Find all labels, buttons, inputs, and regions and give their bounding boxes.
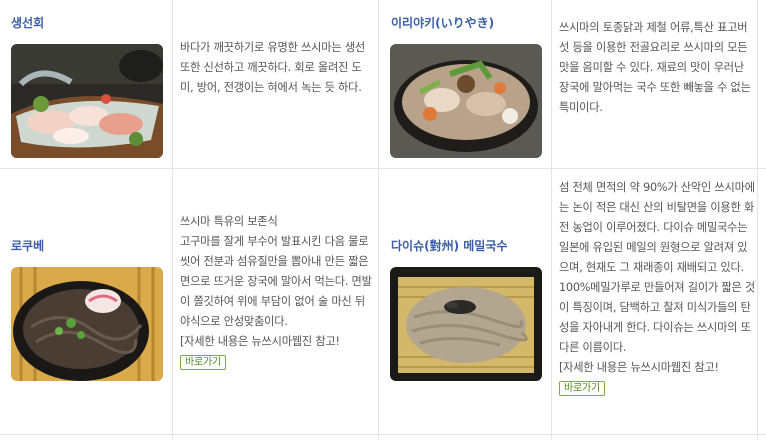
item-title-rokube: 로쿠베 (11, 239, 45, 253)
item-description-iriyaki: 쓰시마의 토종닭과 제철 어류,특산 표고버섯 등을 이용한 전골요리로 쓰시마… (559, 21, 751, 114)
rokube-photo (11, 267, 163, 381)
item-title-daishu-soba: 다이슈(對州) 메밀국수 (391, 239, 508, 253)
item-description-sashimi: 바다가 깨끗하기로 유명한 쓰시마는 생선 또한 신선하고 깨끗하다. 회로 올… (180, 41, 365, 94)
soba-body: 섬 전체 면적의 약 90%가 산악인 쓰시마에는 논이 적은 대신 산의 비탈… (559, 181, 755, 354)
column-divider (378, 0, 379, 440)
item-description-rokube: 쓰시마 특유의 보존식 고구마를 잘게 부수어 발표시킨 다음 물로 씻어 전분… (180, 212, 372, 372)
row-divider (0, 168, 766, 169)
food-table: 생선회 바다가 깨끗하기로 유명한 쓰시마는 생선 또한 신선하고 깨끗하다. … (0, 0, 766, 440)
iriyaki-photo (390, 44, 542, 158)
soba-shortcut-button[interactable]: 바로가기 (559, 381, 605, 396)
item-title-sashimi: 생선회 (11, 16, 45, 30)
item-title-iriyaki: 이리야키(いりやき) (391, 16, 495, 30)
rokube-body: 고구마를 잘게 부수어 발표시킨 다음 물로 씻어 전분과 섬유질만을 뽑아내 … (180, 235, 372, 328)
item-description-daishu-soba: 섬 전체 면적의 약 90%가 산악인 쓰시마에는 논이 적은 대신 산의 비탈… (559, 178, 755, 398)
soba-reference: [자세한 내용은 뉴쓰시마웹진 참고! (559, 361, 719, 374)
rokube-shortcut-button[interactable]: 바로가기 (180, 355, 226, 370)
column-divider (172, 0, 173, 440)
rokube-subtitle: 쓰시마 특유의 보존식 (180, 215, 278, 228)
row-divider (0, 434, 766, 435)
column-divider (551, 0, 552, 440)
column-divider (757, 0, 758, 440)
rokube-reference: [자세한 내용은 뉴쓰시마웹진 참고! (180, 335, 340, 348)
sashimi-photo (11, 44, 163, 158)
soba-photo (390, 267, 542, 381)
